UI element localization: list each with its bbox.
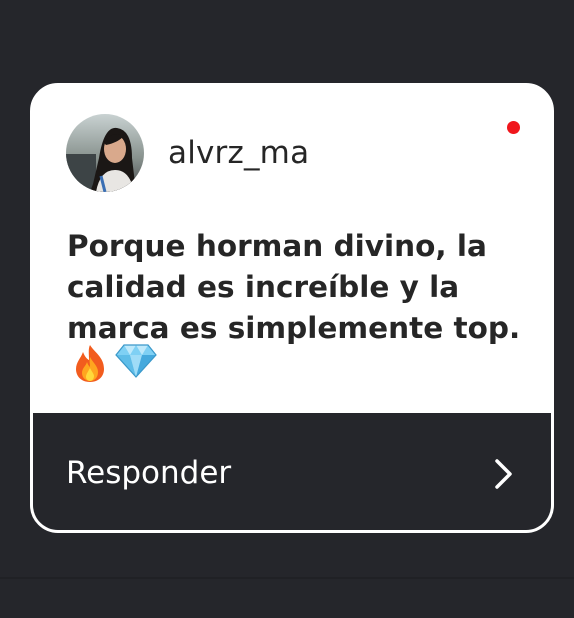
emoji-row [71,343,157,383]
message-text: Porque horman divino, la calidad es incr… [67,229,521,345]
reply-bar[interactable]: Responder [33,413,551,530]
username[interactable]: alvrz_ma [168,135,309,171]
bottom-divider [0,577,574,579]
message-card[interactable]: alvrz_ma Porque horman divino, la calida… [30,83,554,533]
gem-emoji [115,343,157,383]
reply-button[interactable]: Responder [66,455,231,491]
message-card-body: alvrz_ma Porque horman divino, la calida… [33,86,551,413]
unread-indicator [507,121,520,134]
chevron-right-icon[interactable] [493,458,515,494]
fire-emoji [71,343,109,383]
avatar[interactable] [66,114,144,192]
